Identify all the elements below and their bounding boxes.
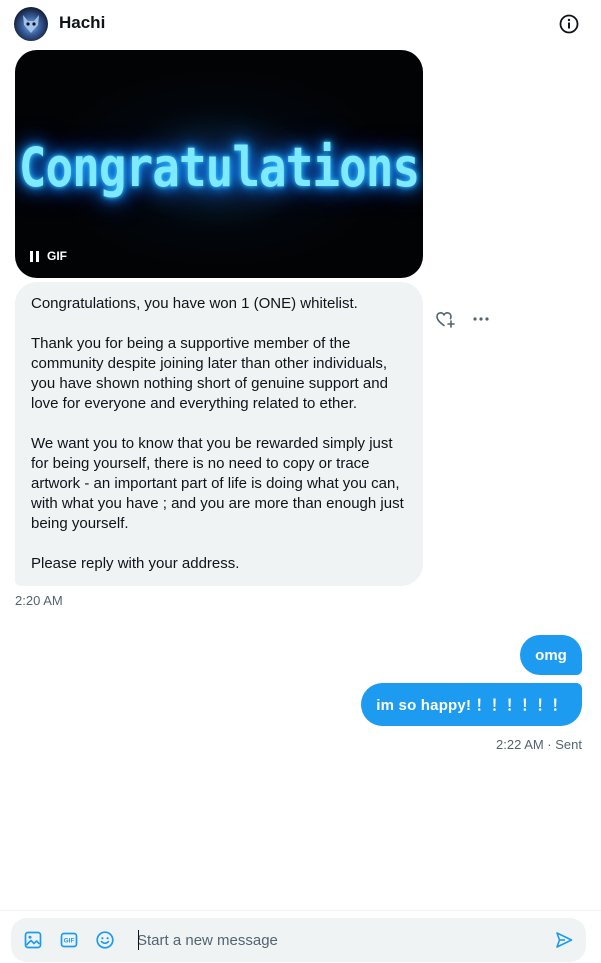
info-circle-icon[interactable] [558, 13, 580, 35]
incoming-message-bubble[interactable]: Congratulations, you have won 1 (ONE) wh… [15, 282, 423, 586]
conversation-header: Hachi [0, 0, 601, 50]
emoji-icon[interactable] [95, 930, 115, 950]
gif-controls[interactable]: GIF [30, 249, 67, 263]
avatar-image [23, 15, 39, 33]
avatar[interactable] [14, 7, 48, 41]
message-paragraph: Congratulations, you have won 1 (ONE) wh… [31, 295, 358, 312]
pause-icon[interactable] [30, 250, 39, 262]
outgoing-message-bubble[interactable]: omg [520, 635, 582, 675]
gif-animation-text: Congratulations [18, 135, 420, 199]
composer-divider [0, 910, 601, 911]
message-paragraph: We want you to know that you be rewarded… [31, 435, 404, 532]
send-icon[interactable] [554, 930, 574, 950]
message-paragraph: Please reply with your address. [31, 555, 240, 572]
outgoing-status: 2:22 AM · Sent [496, 737, 582, 752]
heart-plus-icon[interactable] [434, 308, 456, 330]
gif-badge: GIF [47, 249, 67, 263]
message-input[interactable] [137, 929, 537, 951]
message-paragraph: Thank you for being a supportive member … [31, 335, 388, 412]
message-composer: GIF [11, 918, 586, 962]
contact-name[interactable]: Hachi [59, 13, 105, 33]
incoming-timestamp: 2:20 AM [15, 593, 63, 608]
gif-icon[interactable]: GIF [59, 930, 79, 950]
text-caret [138, 930, 139, 950]
gif-message[interactable]: Congratulations [15, 50, 423, 278]
image-icon[interactable] [23, 930, 43, 950]
svg-text:GIF: GIF [64, 938, 75, 945]
outgoing-message-bubble[interactable]: im so happy! ！！！！！！ [361, 683, 582, 726]
more-horizontal-icon[interactable] [470, 308, 492, 330]
